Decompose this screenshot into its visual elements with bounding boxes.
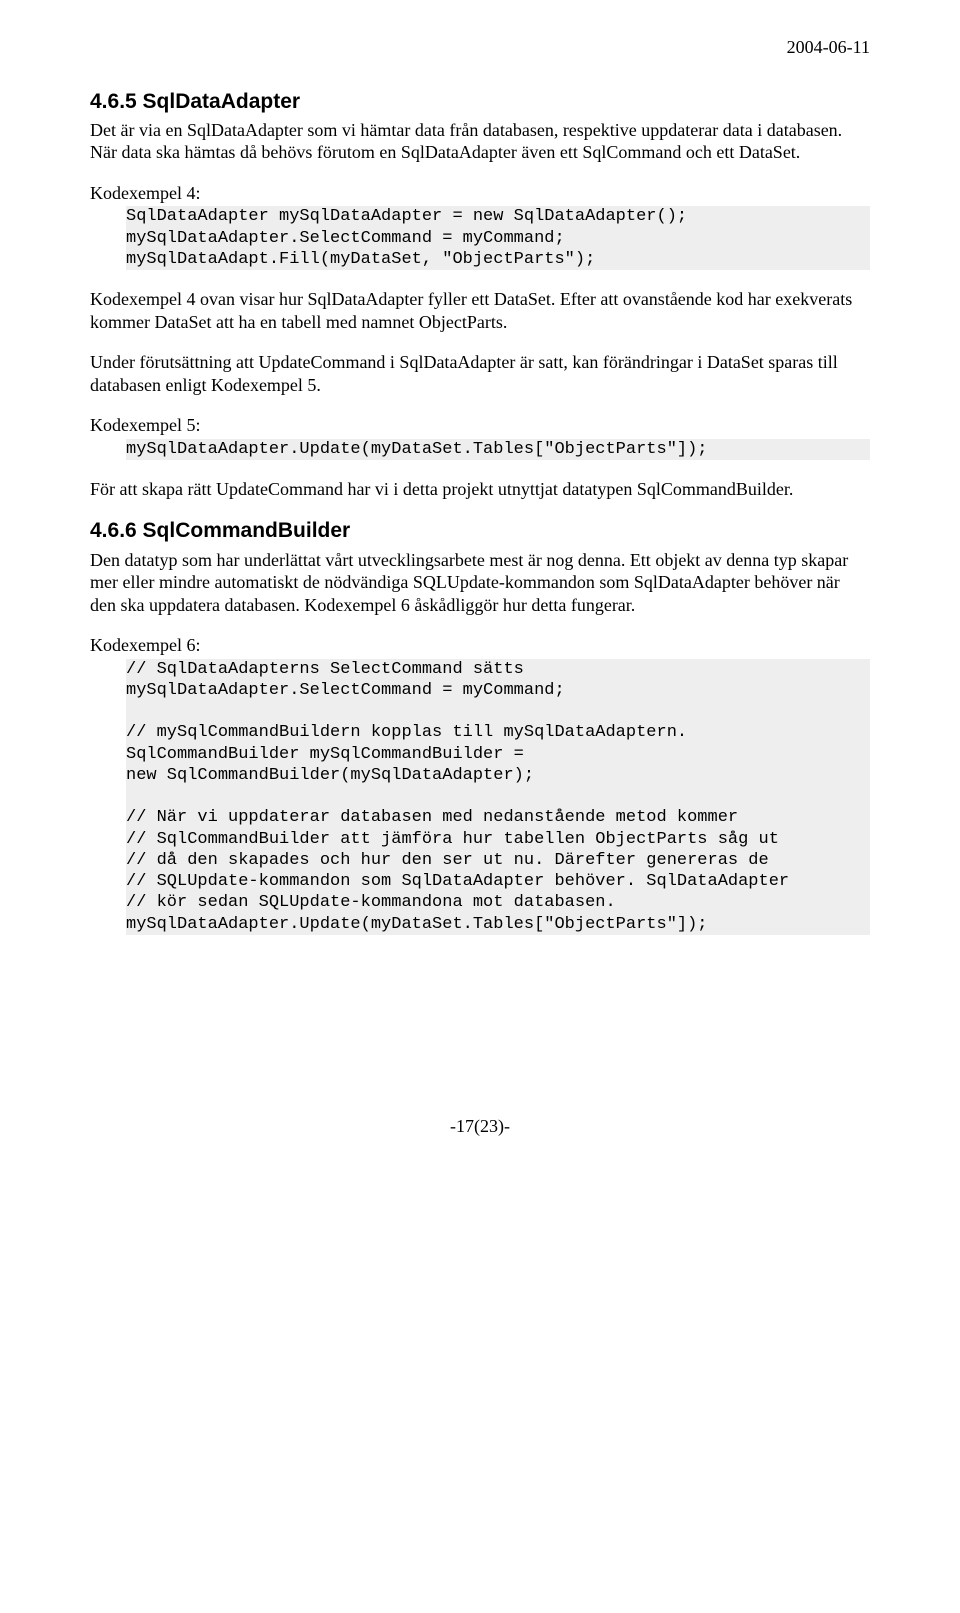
paragraph: Under förutsättning att UpdateCommand i … [90, 351, 870, 396]
paragraph: Kodexempel 4 ovan visar hur SqlDataAdapt… [90, 288, 870, 333]
code-label-5: Kodexempel 5: [90, 414, 870, 437]
paragraph: För att skapa rätt UpdateCommand har vi … [90, 478, 870, 501]
code-block-4: SqlDataAdapter mySqlDataAdapter = new Sq… [126, 206, 870, 270]
document-page: 2004-06-11 4.6.5 SqlDataAdapter Det är v… [0, 0, 960, 1177]
code-block-6-wrap: // SqlDataAdapterns SelectCommand sätts … [90, 659, 870, 935]
code-label-6: Kodexempel 6: [90, 634, 870, 657]
paragraph: Det är via en SqlDataAdapter som vi hämt… [90, 119, 870, 164]
code-block-4-wrap: SqlDataAdapter mySqlDataAdapter = new Sq… [90, 206, 870, 270]
page-date: 2004-06-11 [90, 36, 870, 59]
code-label-4: Kodexempel 4: [90, 182, 870, 205]
code-block-6: // SqlDataAdapterns SelectCommand sätts … [126, 659, 870, 935]
section-heading-465: 4.6.5 SqlDataAdapter [90, 89, 870, 115]
paragraph: Den datatyp som har underlättat vårt utv… [90, 549, 870, 617]
section-heading-466: 4.6.6 SqlCommandBuilder [90, 518, 870, 544]
code-block-5-wrap: mySqlDataAdapter.Update(myDataSet.Tables… [90, 439, 870, 460]
code-block-5: mySqlDataAdapter.Update(myDataSet.Tables… [126, 439, 870, 460]
page-footer: -17(23)- [90, 1115, 870, 1138]
